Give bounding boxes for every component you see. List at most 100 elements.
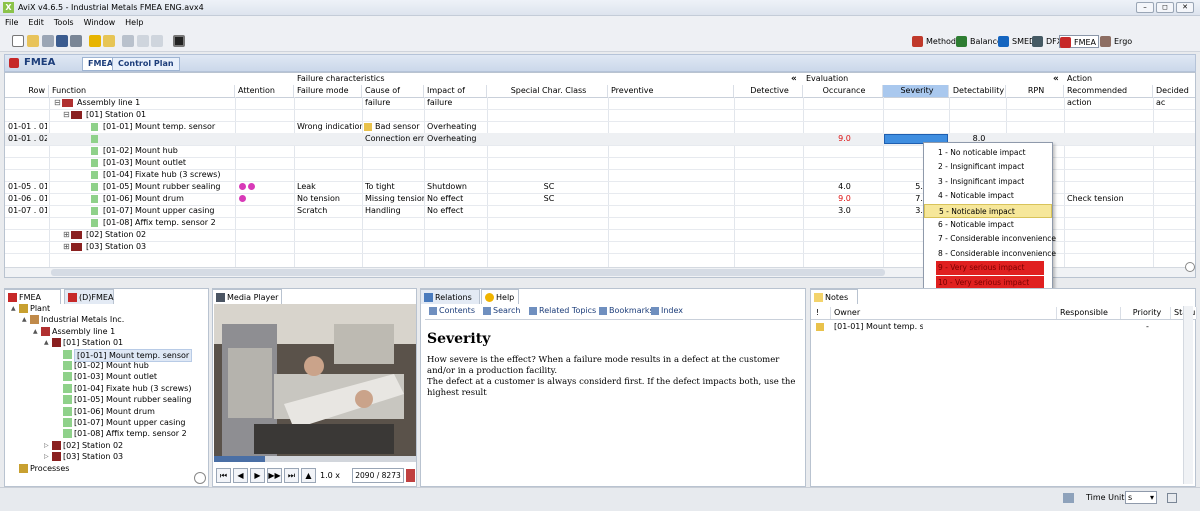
column-header-impact-of-failure[interactable]: Impact of failure: [424, 85, 487, 107]
media-control-2[interactable]: ◀: [233, 468, 248, 483]
occurance-cell[interactable]: 9.0: [803, 133, 883, 145]
row-id[interactable]: 01-06 . 01: [5, 193, 47, 205]
function-cell[interactable]: Assembly line 1: [74, 97, 224, 109]
severity-cell[interactable]: 7.0: [883, 193, 928, 205]
media-control-3[interactable]: ▶: [250, 468, 265, 483]
expand-toggle-icon[interactable]: ▷: [44, 451, 49, 462]
tree-item[interactable]: ▲ Industrial Metals Inc.: [11, 314, 207, 325]
expand-toggle-icon[interactable]: ⊟: [54, 98, 61, 107]
toolbar-smed-button[interactable]: SMED: [998, 35, 1035, 48]
toolbar-dfx-button[interactable]: DFX: [1032, 35, 1062, 48]
minimize-button[interactable]: –: [1136, 2, 1154, 13]
tab-help[interactable]: Help: [481, 289, 519, 304]
tree-item[interactable]: [01-07] Mount upper casing: [11, 417, 207, 428]
help-nav-index[interactable]: Index: [661, 306, 683, 315]
function-cell[interactable]: [01] Station 01: [83, 109, 233, 121]
column-header-rpn[interactable]: RPN: [1006, 85, 1064, 97]
column-header-preventive[interactable]: Preventive: [608, 85, 734, 97]
copy-icon[interactable]: [137, 35, 149, 47]
special-char-cell[interactable]: SC: [487, 181, 608, 193]
menu-window[interactable]: Window: [79, 16, 121, 27]
function-cell[interactable]: [01-05] Mount rubber sealing: [100, 181, 250, 193]
impact-cell[interactable]: Overheating: [424, 121, 487, 133]
attention-pin-icon[interactable]: [239, 183, 246, 190]
tree-item[interactable]: ▷ [02] Station 02: [11, 440, 207, 451]
occurance-cell[interactable]: 9.0: [803, 193, 883, 205]
save-icon[interactable]: [56, 35, 68, 47]
impact-cell[interactable]: No effect: [424, 205, 487, 217]
failure-mode-cell[interactable]: No tension: [294, 193, 362, 205]
print-icon[interactable]: [70, 35, 82, 47]
tree-item[interactable]: [01-04] Fixate hub (3 screws): [11, 383, 207, 394]
severity-option-6[interactable]: 6 - Noticable impact: [924, 218, 1052, 232]
tab-media-player[interactable]: Media Player: [212, 289, 282, 304]
fullscreen-icon[interactable]: [173, 35, 185, 47]
collapse-evaluation-icon[interactable]: «: [1053, 74, 1059, 84]
import-icon[interactable]: [42, 35, 54, 47]
media-control-4[interactable]: ▶▶: [267, 468, 282, 483]
tab-relations[interactable]: Relations: [420, 289, 480, 304]
expand-toggle-icon[interactable]: ▷: [44, 440, 49, 451]
tab-notes[interactable]: Notes: [810, 289, 858, 304]
severity-cell[interactable]: 3.0: [883, 205, 928, 217]
note-owner[interactable]: [01-01] Mount temp. senso: [831, 321, 923, 333]
function-cell[interactable]: [01-02] Mount hub: [100, 145, 250, 157]
cause-cell[interactable]: To tight: [362, 181, 424, 193]
severity-option-8[interactable]: 8 - Considerable inconvenience: [924, 247, 1056, 261]
help-nav-search[interactable]: Search: [493, 306, 520, 315]
menu-edit[interactable]: Edit: [23, 16, 49, 27]
search-icon[interactable]: [1185, 262, 1195, 272]
menu-tools[interactable]: Tools: [49, 16, 79, 27]
tree-item[interactable]: [01-06] Mount drum: [11, 406, 207, 417]
tree-item[interactable]: [01-01] Mount temp. sensor: [11, 348, 207, 362]
redo-icon[interactable]: [103, 35, 115, 47]
playback-speed[interactable]: 1.0 x: [320, 471, 340, 480]
function-cell[interactable]: [01-01] Mount temp. sensor: [100, 121, 250, 133]
occurance-cell[interactable]: 4.0: [803, 181, 883, 193]
row-id[interactable]: 01-05 . 01: [5, 181, 47, 193]
cause-cell[interactable]: Connection error: [362, 133, 424, 145]
severity-option-9[interactable]: 9 - Very serious impact: [936, 261, 1044, 276]
cause-cell[interactable]: Missing tension: [362, 193, 424, 205]
expand-toggle-icon[interactable]: ⊞: [63, 230, 70, 239]
tab-control-plan[interactable]: Control Plan: [112, 57, 180, 71]
severity-option-4[interactable]: 4 - Noticable impact: [924, 189, 1052, 203]
note-priority[interactable]: -: [1121, 321, 1171, 333]
restore-button[interactable]: ◻: [1156, 2, 1174, 13]
row-id[interactable]: 01-07 . 01: [5, 205, 47, 217]
function-cell[interactable]: [01-06] Mount drum: [100, 193, 250, 205]
note-icon[interactable]: [364, 123, 372, 131]
collapse-failure-icon[interactable]: «: [791, 74, 797, 84]
tree-item[interactable]: [01-03] Mount outlet: [11, 371, 207, 382]
tree-item[interactable]: [01-05] Mount rubber sealing: [11, 394, 207, 405]
notes-column-responsible[interactable]: Responsible: [1057, 307, 1121, 319]
expand-toggle-icon[interactable]: ▲: [22, 314, 27, 325]
severity-option-3[interactable]: 3 - Insignificant impact: [924, 175, 1052, 189]
tree-item[interactable]: [01-02] Mount hub: [11, 360, 207, 371]
expand-toggle-icon[interactable]: ▲: [44, 337, 49, 348]
column-header-severity[interactable]: Severity: [883, 85, 949, 97]
help-nav-bookmarks[interactable]: Bookmarks: [609, 306, 654, 315]
function-cell[interactable]: [02] Station 02: [83, 229, 233, 241]
expand-toggle-icon[interactable]: ⊟: [63, 110, 70, 119]
column-header-detective[interactable]: Detective: [734, 85, 803, 97]
cause-cell[interactable]: Handling: [362, 205, 424, 217]
tree-item[interactable]: ▷ [03] Station 03: [11, 451, 207, 462]
tab-dfmea-tree[interactable]: (D)FMEA: [64, 289, 114, 304]
row-id[interactable]: 01-01 . 01: [5, 121, 47, 133]
severity-cell[interactable]: 5.0: [883, 181, 928, 193]
function-cell[interactable]: [01-03] Mount outlet: [100, 157, 250, 169]
media-control-5[interactable]: ⏭: [284, 468, 299, 483]
column-header-special-char-class[interactable]: Special Char. Class: [487, 85, 608, 97]
severity-option-7[interactable]: 7 - Considerable inconvenience: [924, 232, 1056, 246]
volume-icon[interactable]: [406, 469, 415, 482]
recommended-action-cell[interactable]: Check tension: [1064, 193, 1153, 205]
expand-toggle-icon[interactable]: ▲: [11, 303, 16, 314]
undo-icon[interactable]: [89, 35, 101, 47]
notes-column-priority[interactable]: Priority: [1121, 307, 1171, 319]
new-icon[interactable]: [12, 35, 24, 47]
menu-file[interactable]: File: [0, 16, 23, 27]
expand-toggle-icon[interactable]: ⊞: [63, 242, 70, 251]
help-nav-related-topics[interactable]: Related Topics: [539, 306, 596, 315]
occurance-cell[interactable]: 3.0: [803, 205, 883, 217]
